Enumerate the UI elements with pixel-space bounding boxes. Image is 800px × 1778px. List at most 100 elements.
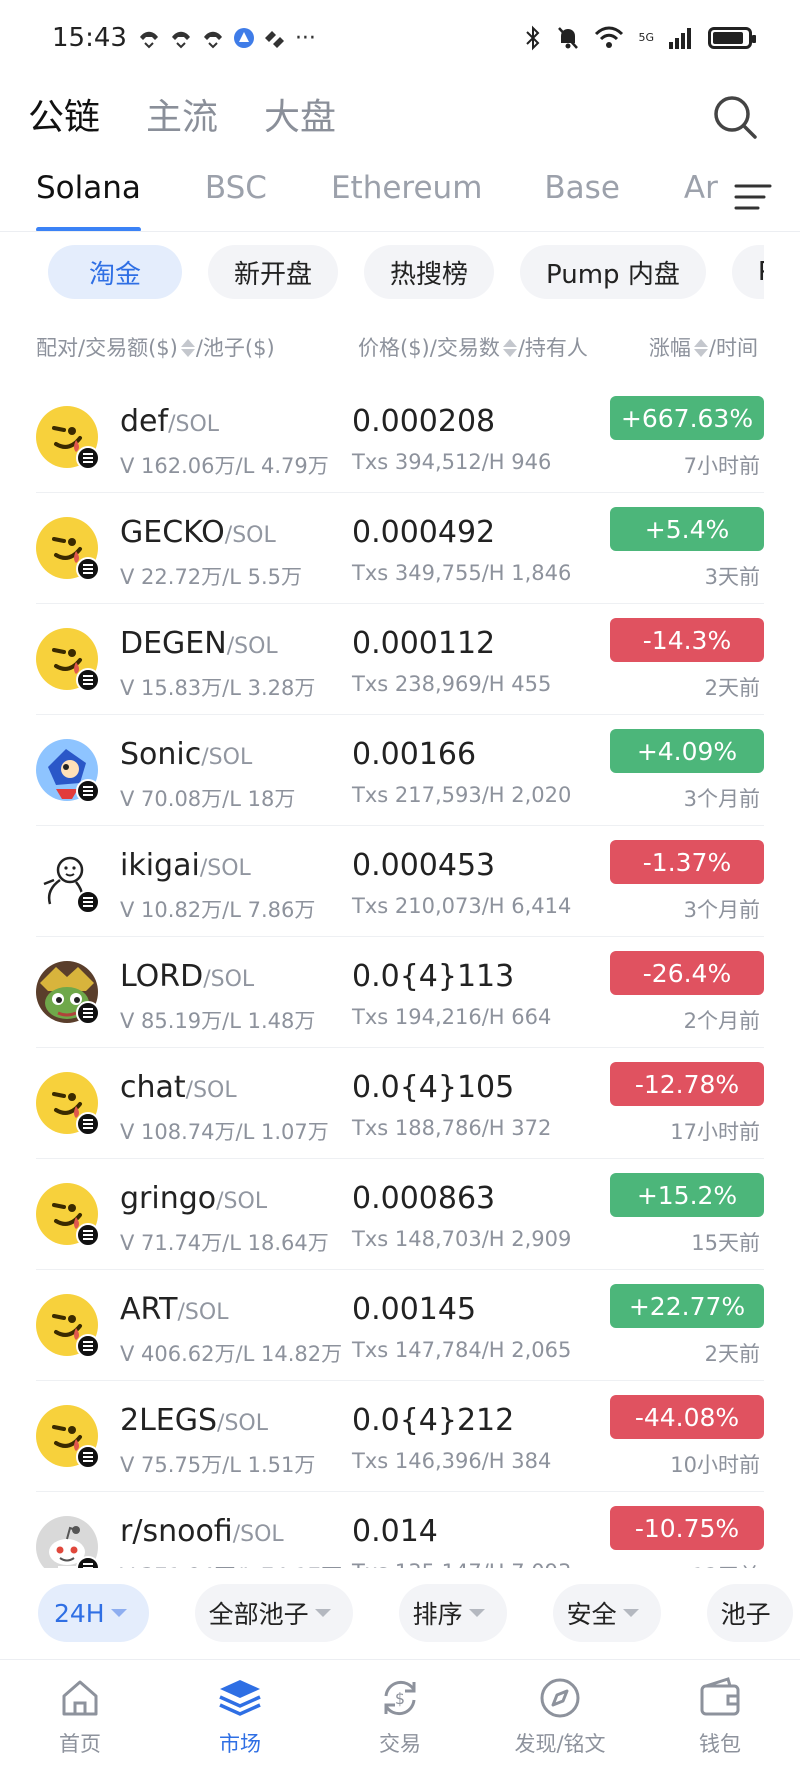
token-volume-liquidity: V 85.19万/L 1.48万 xyxy=(120,1009,316,1033)
chip-pump-internal[interactable]: Pump 内盘 xyxy=(520,245,706,299)
token-row[interactable]: chat/SOL V 108.74万/L 1.07万 0.0{4}105 Txs 18… xyxy=(36,1048,764,1159)
solana-chain-icon xyxy=(76,446,100,470)
token-txs-holders: Txs 238,969/H 455 xyxy=(352,672,552,696)
token-price: 0.000453 xyxy=(352,848,496,883)
token-volume-liquidity: V 162.06万/L 4.79万 xyxy=(120,454,329,478)
token-quote: /SOL xyxy=(232,1522,284,1547)
token-pair: Sonic/SOL xyxy=(120,737,252,772)
solana-chain-icon xyxy=(76,1001,100,1025)
token-age: 3天前 xyxy=(704,565,760,589)
tab-solana[interactable]: Solana xyxy=(36,170,141,232)
missed-call-icon xyxy=(139,31,158,49)
token-age: 2个月前 xyxy=(683,1009,760,1033)
token-price: 0.0{4}113 xyxy=(352,959,515,994)
layers-icon xyxy=(219,1680,261,1716)
chip-new-listings[interactable]: 新开盘 xyxy=(208,245,339,299)
price-change-badge: +15.2% xyxy=(610,1173,764,1217)
column-change-time[interactable]: 涨幅/时间 xyxy=(649,332,758,362)
filter-timeframe[interactable]: 24H xyxy=(38,1584,149,1642)
column-header: 配对/交易额($)/池子($) 价格($)/交易数/持有人 涨幅/时间 xyxy=(36,328,764,364)
token-quote: /SOL xyxy=(199,856,251,881)
token-volume-liquidity: V 406.62万/L 14.82万 xyxy=(120,1342,343,1366)
token-price: 0.014 xyxy=(352,1514,438,1549)
signal-icon xyxy=(669,28,691,49)
sort-icon xyxy=(180,338,195,358)
token-row[interactable]: def/SOL V 162.06万/L 4.79万 0.000208 Txs 394,… xyxy=(36,382,764,493)
price-change-badge: +22.77% xyxy=(610,1284,764,1328)
svg-text:$: $ xyxy=(395,1689,405,1708)
token-volume-liquidity: V 70.08万/L 18万 xyxy=(120,787,296,811)
token-quote: /SOL xyxy=(203,967,255,992)
tab-base[interactable]: Base xyxy=(544,170,620,232)
filter-sort[interactable]: 排序 xyxy=(398,1584,507,1642)
token-age: 15天前 xyxy=(691,1231,760,1255)
tab-public-chain[interactable]: 公链 xyxy=(28,88,100,140)
battery-icon xyxy=(708,27,756,49)
nav-discover[interactable]: 发现/铭文 xyxy=(480,1660,640,1778)
token-quote: /SOL xyxy=(177,1300,229,1325)
token-quote: /SOL xyxy=(216,1189,268,1214)
chip-gold-digging[interactable]: 淘金 xyxy=(48,245,182,299)
token-quote: /SOL xyxy=(201,745,253,770)
token-row[interactable]: GECKO/SOL V 22.72万/L 5.5万 0.000492 Txs 349,… xyxy=(36,493,764,604)
search-icon[interactable] xyxy=(710,92,760,142)
divider xyxy=(0,231,800,232)
chain-tabs: Solana BSC Ethereum Base Ar xyxy=(36,170,800,232)
token-row[interactable]: gringo/SOL V 71.74万/L 18.64万 0.000863 Txs 1… xyxy=(36,1159,764,1270)
solana-chain-icon xyxy=(76,557,100,581)
more-notifications-icon: ··· xyxy=(294,25,316,51)
token-row[interactable]: LORD/SOL V 85.19万/L 1.48万 0.0{4}113 Txs 194… xyxy=(36,937,764,1048)
token-symbol: LORD xyxy=(120,959,204,994)
column-price-txs[interactable]: 价格($)/交易数/持有人 xyxy=(358,332,588,362)
token-quote: /SOL xyxy=(226,634,278,659)
filter-all-pools[interactable]: 全部池子 xyxy=(194,1584,353,1642)
token-symbol: ikigai xyxy=(120,848,200,883)
price-change-badge: -10.75% xyxy=(610,1506,764,1550)
chip-pump-partial[interactable]: Pur xyxy=(731,245,764,299)
nav-home[interactable]: 首页 xyxy=(0,1660,160,1778)
home-icon xyxy=(62,1680,98,1716)
filter-pool-partial[interactable]: 池子 xyxy=(706,1584,793,1642)
tab-ethereum[interactable]: Ethereum xyxy=(331,170,482,232)
chip-trending[interactable]: 热搜榜 xyxy=(364,245,495,299)
token-price: 0.0{4}212 xyxy=(352,1403,515,1438)
tab-market-overview[interactable]: 大盘 xyxy=(264,88,336,140)
token-price: 0.000863 xyxy=(352,1181,496,1216)
filter-chips: 淘金 新开盘 热搜榜 Pump 内盘 Pur xyxy=(48,245,764,299)
token-symbol: chat xyxy=(120,1070,186,1105)
token-row[interactable]: DEGEN/SOL V 15.83万/L 3.28万 0.000112 Txs 238… xyxy=(36,604,764,715)
token-pair: r/snoofi/SOL xyxy=(120,1514,284,1549)
tab-bsc[interactable]: BSC xyxy=(205,170,267,232)
price-change-badge: +667.63% xyxy=(610,396,764,440)
token-txs-holders: Txs 210,073/H 6,414 xyxy=(352,894,572,918)
chain-menu-icon[interactable] xyxy=(734,182,774,212)
column-pair-volume[interactable]: 配对/交易额($)/池子($) xyxy=(36,332,275,362)
token-symbol: Sonic xyxy=(120,737,202,772)
token-row[interactable]: Sonic/SOL V 70.08万/L 18万 0.00166 Txs 217,59… xyxy=(36,715,764,826)
tab-arbitrum-partial[interactable]: Ar xyxy=(684,170,718,232)
bluetooth-icon xyxy=(526,25,540,51)
filter-security[interactable]: 安全 xyxy=(552,1584,661,1642)
token-pair: gringo/SOL xyxy=(120,1181,267,1216)
token-pair: ikigai/SOL xyxy=(120,848,251,883)
chevron-down-icon xyxy=(314,1609,331,1617)
token-age: 10小时前 xyxy=(670,1453,760,1477)
nav-wallet[interactable]: 钱包 xyxy=(640,1660,800,1778)
chevron-down-icon xyxy=(468,1609,485,1617)
token-volume-liquidity: V 108.74万/L 1.07万 xyxy=(120,1120,329,1144)
wallet-icon xyxy=(700,1677,740,1716)
tab-mainstream[interactable]: 主流 xyxy=(146,88,218,140)
token-symbol: DEGEN xyxy=(120,626,227,661)
nav-market[interactable]: 市场 xyxy=(160,1660,320,1778)
token-row[interactable]: 2LEGS/SOL V 75.75万/L 1.51万 0.0{4}212 Txs 14… xyxy=(36,1381,764,1492)
token-txs-holders: Txs 147,784/H 2,065 xyxy=(352,1338,572,1362)
token-row[interactable]: ikigai/SOL V 10.82万/L 7.86万 0.000453 Txs 21… xyxy=(36,826,764,937)
token-row[interactable]: r/snoofi/SOL V 371.94万/L 74.17万 0.014 Txs 1… xyxy=(36,1492,764,1568)
token-price: 0.000112 xyxy=(352,626,496,661)
token-quote: /SOL xyxy=(185,1078,237,1103)
solana-chain-icon xyxy=(76,1445,100,1469)
nav-label: 交易 xyxy=(379,1732,421,1756)
nav-trade[interactable]: $ 交易 xyxy=(320,1660,480,1778)
token-row[interactable]: ART/SOL V 406.62万/L 14.82万 0.00145 Txs 147,… xyxy=(36,1270,764,1381)
nav-label: 首页 xyxy=(59,1732,101,1756)
